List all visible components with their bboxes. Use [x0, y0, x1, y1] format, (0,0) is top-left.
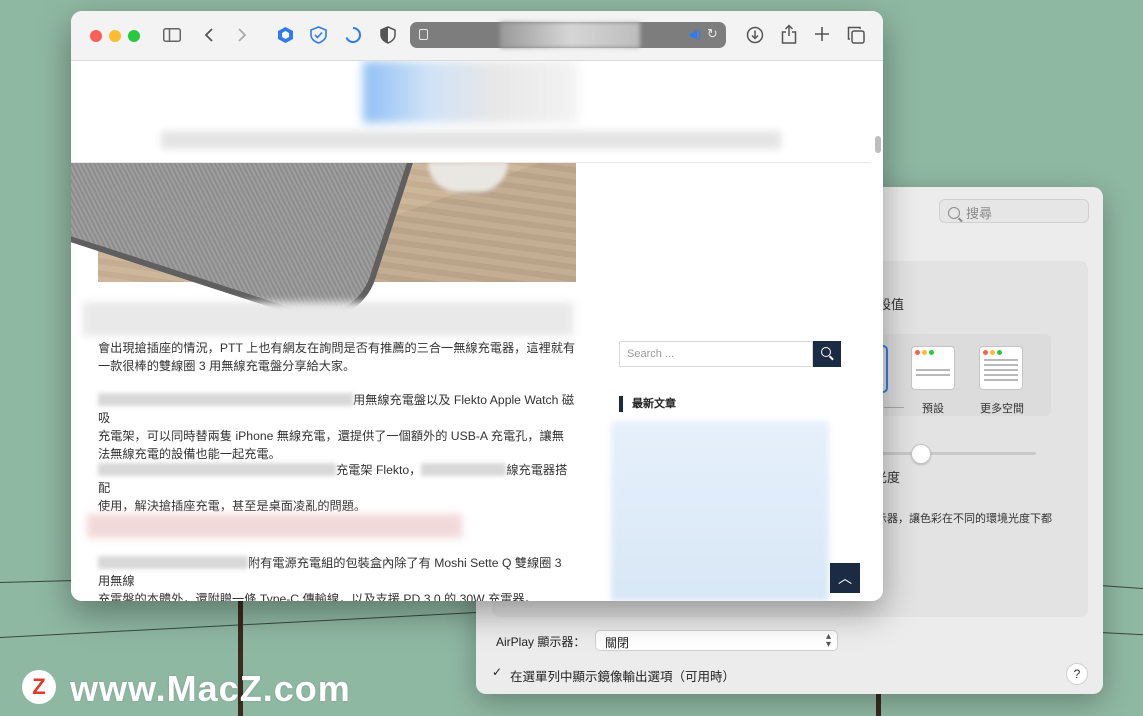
redacted-text	[98, 463, 336, 476]
site-logo-redacted[interactable]	[363, 61, 578, 123]
article-paragraph: 用無線充電盤以及 Flekto Apple Watch 磁吸 充電架，可以同時替兩…	[98, 391, 576, 463]
extension-icon[interactable]	[277, 26, 294, 44]
back-to-top-button[interactable]: ︿	[830, 563, 860, 593]
mirror-option-label: 在選單列中顯示鏡像輸出選項（可用時）	[510, 670, 736, 684]
web-content[interactable]: 會出現搶插座的情況，PTT 上也有網友在詢問是否有推薦的三合一無線充電器，這裡就…	[71, 61, 883, 601]
loading-icon[interactable]	[344, 26, 362, 44]
audio-playing-icon[interactable]: ◀)	[688, 27, 701, 41]
resolution-more-space-label: 更多空間	[980, 403, 1024, 415]
download-icon[interactable]	[746, 26, 764, 44]
mirror-option-checkbox[interactable]: ✓	[492, 666, 504, 678]
subheading-redacted	[83, 302, 573, 336]
help-button[interactable]: ?	[1066, 663, 1088, 685]
redacted-text	[98, 393, 353, 406]
background-pole	[876, 692, 881, 716]
page-scrollbar[interactable]	[875, 136, 881, 153]
url-redacted	[500, 22, 640, 48]
paragraph-text: 使用，解決搶插座充電，甚至是桌面凌亂的問題。	[98, 499, 367, 513]
safari-window: ◀) ↻ 會出現搶插座的情況，PTT 上也有網友在詢問是否有推薦的三合一無線充電…	[71, 11, 883, 601]
safari-toolbar: ◀) ↻	[71, 11, 883, 61]
new-tab-icon[interactable]	[815, 27, 829, 41]
redacted-text	[421, 463, 507, 476]
recent-posts-heading: 最新文章	[619, 396, 676, 412]
page-icon	[419, 29, 428, 40]
article-paragraph: 會出現搶插座的情況，PTT 上也有網友在詢問是否有推薦的三合一無線充電器，這裡就…	[98, 341, 576, 373]
reload-icon[interactable]: ↻	[707, 26, 718, 42]
address-bar[interactable]: ◀) ↻	[410, 22, 726, 48]
back-icon[interactable]	[204, 27, 214, 43]
brightness-slider-knob[interactable]	[911, 444, 931, 464]
privacy-icon[interactable]	[380, 26, 396, 44]
search-icon	[948, 207, 960, 219]
settings-search-field[interactable]: 搜尋	[939, 199, 1089, 223]
watermark-text: www.MacZ.com	[70, 668, 351, 709]
background-wire	[1099, 585, 1143, 590]
sidebar-icon[interactable]	[163, 28, 181, 42]
paragraph-text: 充電盤的本體外，還附贈一條 Type-C 傳輸線，以及支援 PD 3.0 的 3…	[98, 592, 537, 601]
background-wire	[1099, 632, 1143, 636]
partial-label-truetone: 示器，讓色彩在不同的環境光度下都	[876, 513, 1052, 525]
search-icon	[821, 347, 831, 357]
settings-search-placeholder: 搜尋	[966, 206, 993, 221]
subheading-redacted	[87, 514, 462, 538]
chevron-updown-icon: ▴ ▾	[825, 631, 831, 650]
resolution-divider	[884, 407, 904, 408]
paragraph-text: 充電架 Flekto，	[336, 463, 422, 477]
close-window-button[interactable]	[90, 30, 102, 42]
airplay-display-select[interactable]: 關閉 ▴ ▾	[595, 630, 838, 651]
airplay-display-label: AirPlay 顯示器：	[496, 635, 586, 649]
redacted-text	[98, 556, 248, 569]
site-nav-redacted[interactable]	[161, 131, 781, 149]
site-header	[71, 61, 871, 163]
minimize-window-button[interactable]	[109, 30, 121, 42]
watermark-badge: Z	[22, 670, 56, 704]
article-paragraph: 附有電源充電組的包裝盒內除了有 Moshi Sette Q 雙線圈 3 用無線充…	[98, 554, 576, 601]
resolution-more-space-option[interactable]	[979, 346, 1023, 390]
paragraph-text: 充電架，可以同時替兩隻 iPhone 無線充電，還提供了一個額外的 USB-A …	[98, 429, 564, 461]
share-icon[interactable]	[781, 24, 797, 44]
resolution-default-label: 預設	[922, 403, 944, 415]
sidebar-search-input[interactable]: Search ...	[619, 341, 813, 367]
resolution-options	[876, 334, 1051, 416]
airplay-display-value: 關閉	[605, 636, 630, 650]
shield-check-icon[interactable]	[310, 26, 327, 44]
zoom-window-button[interactable]	[128, 30, 140, 42]
article-hero-image	[71, 61, 576, 336]
recent-posts-redacted[interactable]	[611, 421, 829, 601]
sidebar-search-button[interactable]	[813, 341, 841, 367]
forward-icon[interactable]	[237, 27, 247, 43]
brightness-slider-track	[876, 452, 1036, 455]
article-paragraph: 充電架 Flekto， 線充電器搭配 使用，解決搶插座充電，甚至是桌面凌亂的問題。	[98, 461, 576, 515]
resolution-default-option[interactable]	[911, 346, 955, 390]
tab-overview-icon[interactable]	[847, 26, 865, 44]
